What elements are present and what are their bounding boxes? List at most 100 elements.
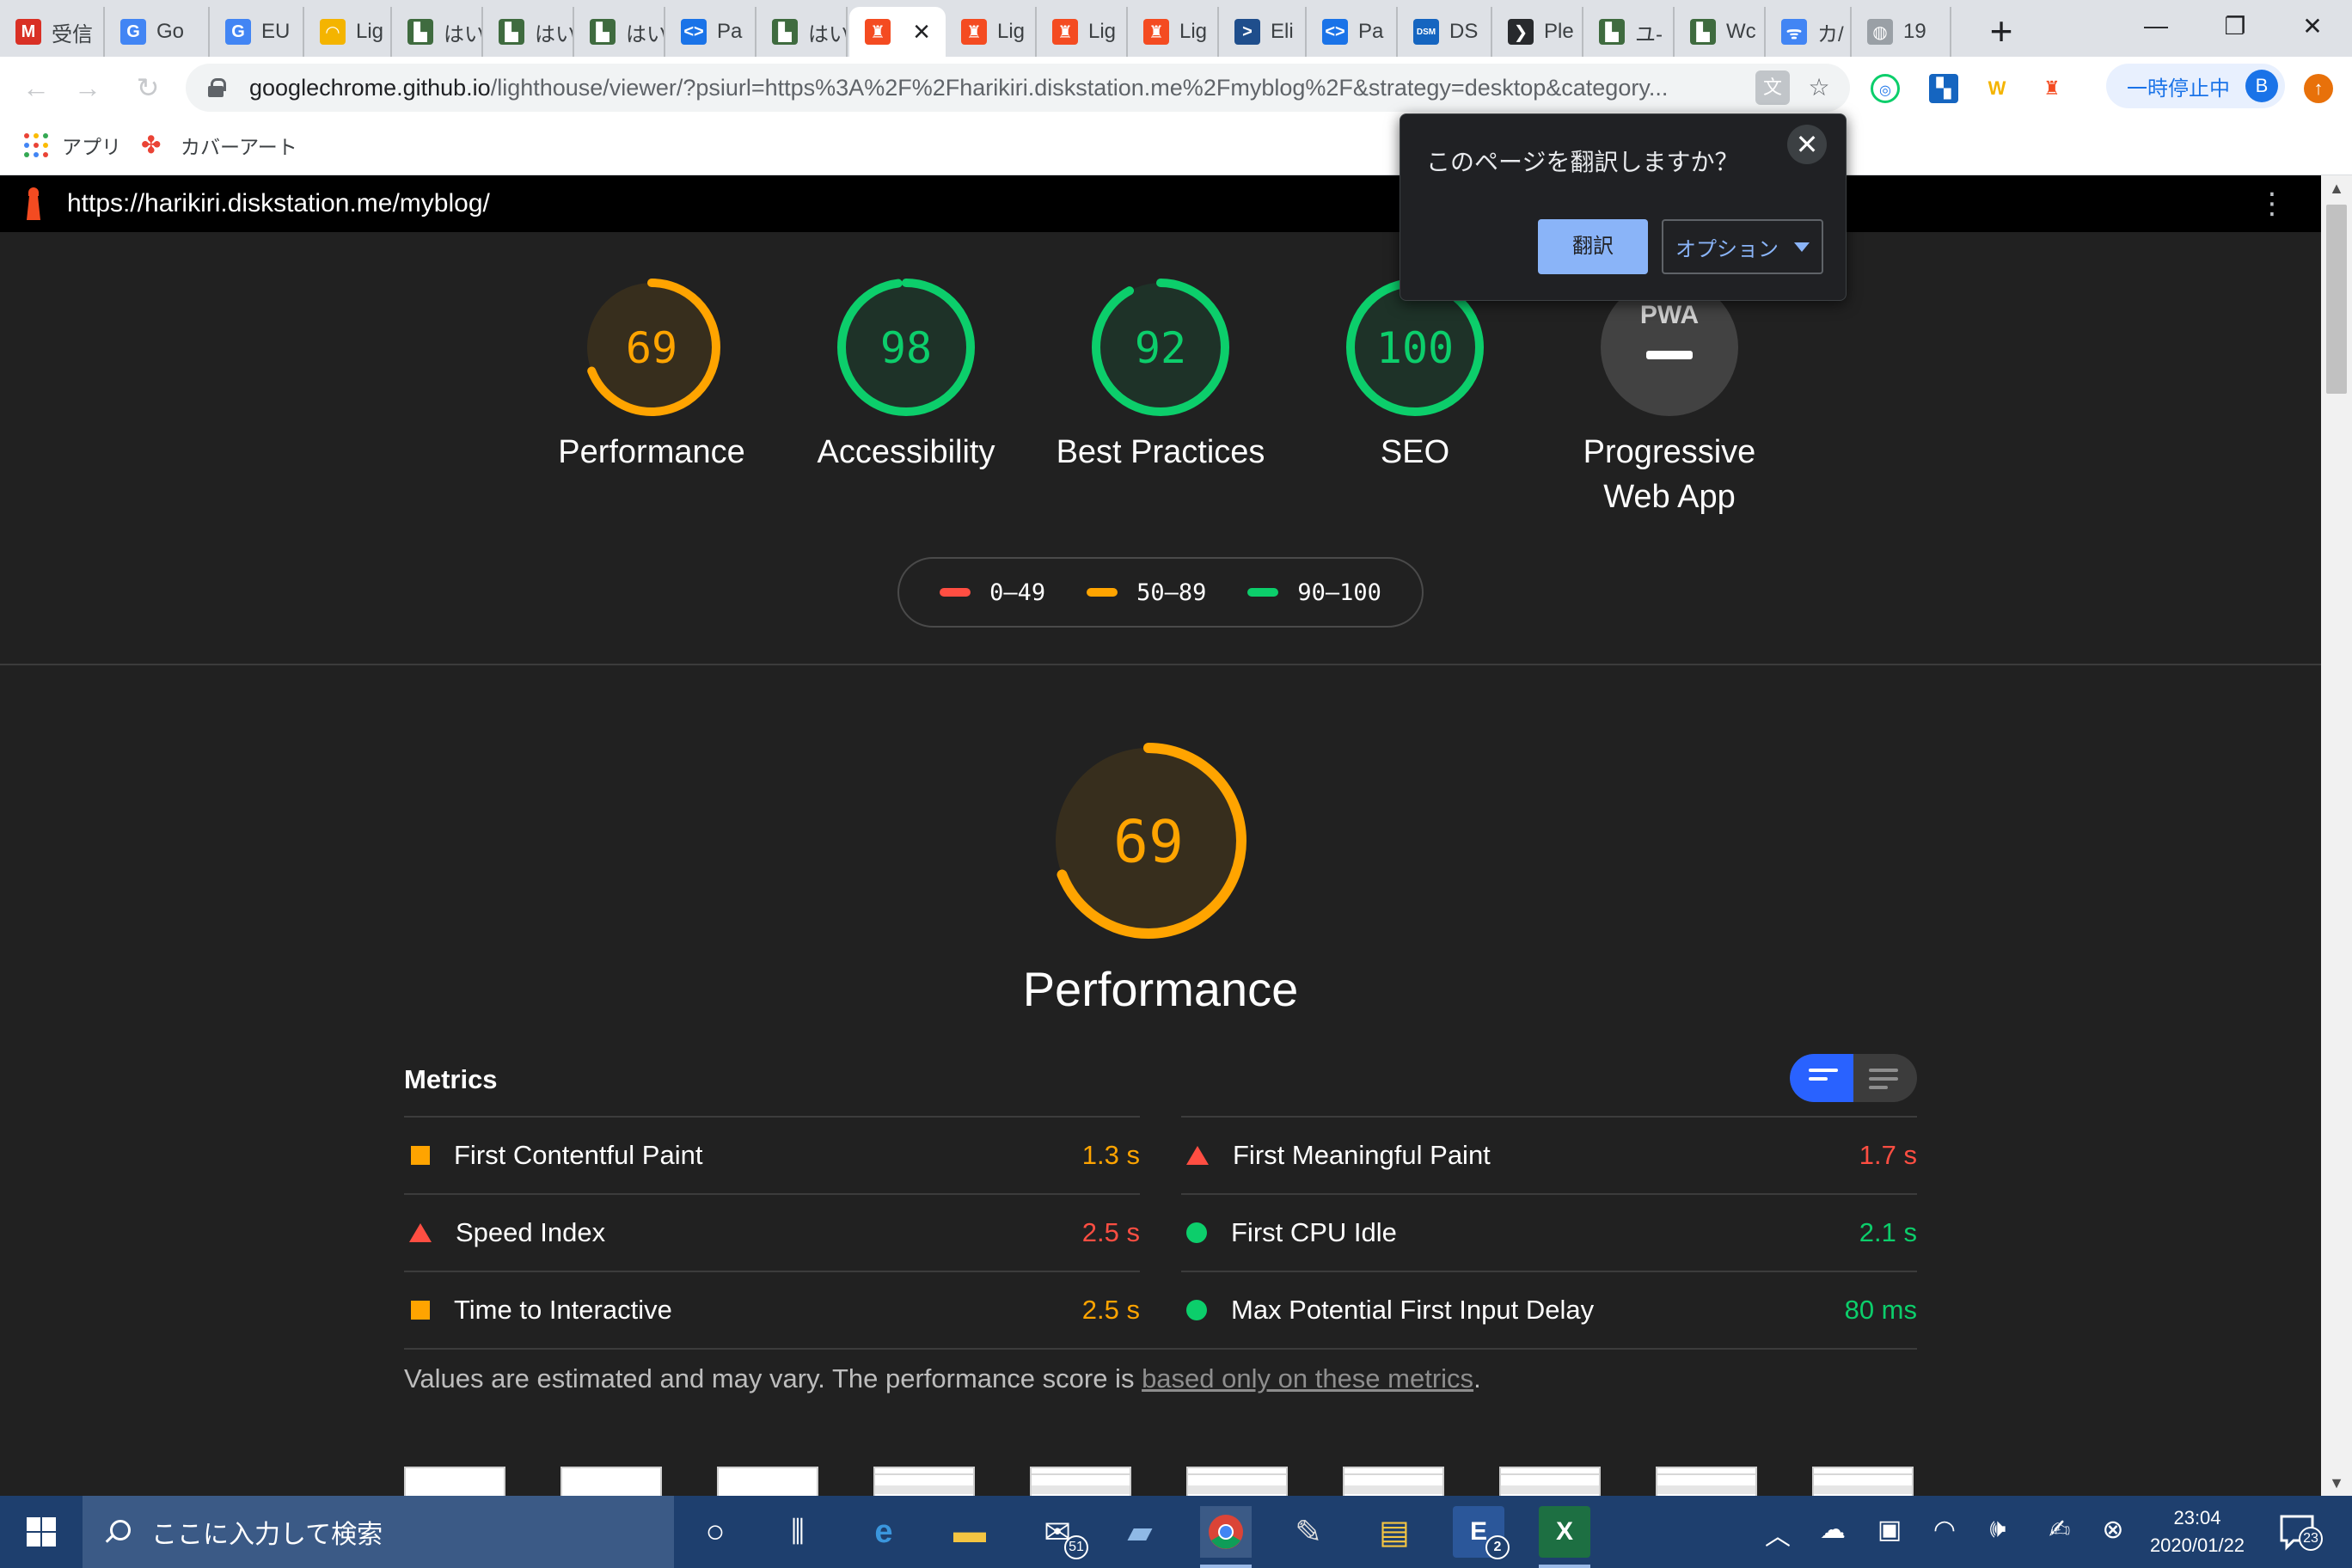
tab[interactable]: ♜ Lig [1128,7,1219,57]
options-button[interactable]: オプション [1662,219,1823,274]
category-gauge[interactable]: 100 SEO [1286,277,1544,475]
category-label: SEO [1380,434,1450,470]
metric-label: First Contentful Paint [454,1140,703,1170]
search-icon [105,1520,131,1544]
reload-icon[interactable]: ↻ [129,69,167,107]
metrics-link[interactable]: based only on these metrics [1142,1363,1473,1393]
page-scrollbar[interactable]: ▲ ▼ [2321,175,2352,1496]
restore-button[interactable]: ❐ [2196,0,2275,52]
tray-app-icon[interactable]: ▣ [1871,1515,1908,1545]
update-icon[interactable]: ↑ [2304,74,2333,103]
metrics-view-toggle[interactable] [1790,1054,1917,1102]
bookmark-apps[interactable]: アプリ [24,131,121,160]
close-window-button[interactable]: ✕ [2273,0,2352,52]
tab[interactable]: ♜ Lig [1037,7,1128,57]
scroll-up-icon[interactable]: ▲ [2321,175,2352,201]
metric-row: First Meaningful Paint 1.7 s [1181,1116,1917,1193]
paint-icon[interactable]: ✎ [1283,1506,1334,1558]
tab[interactable]: ♜ Lig [946,7,1037,57]
tab-title: Pa [717,20,743,43]
compact-view-button[interactable] [1790,1054,1853,1102]
start-button[interactable] [0,1496,83,1568]
tray-overflow-icon[interactable]: ︿ [1759,1515,1797,1553]
lock-icon[interactable] [208,78,226,97]
new-tab-button[interactable]: + [1979,9,2024,53]
metric-value: 1.7 s [1859,1140,1917,1170]
tab[interactable]: ◍ 19 [1852,7,1951,57]
pen-icon[interactable]: ✍ [2041,1515,2079,1545]
forward-icon[interactable]: → [69,69,107,107]
sync-error-icon[interactable]: ⊗ [2094,1515,2132,1545]
edge-icon[interactable]: e [858,1506,910,1558]
chrome-icon[interactable] [1200,1506,1252,1568]
browser-toolbar: ← → ↻ googlechrome.github.io/lighthouse/… [0,57,2352,119]
notebook-icon[interactable]: ▰ [1114,1506,1166,1558]
legend-swatch [1087,588,1118,597]
close-icon[interactable]: ✕ [1787,125,1827,164]
tab[interactable]: ▙ ユ- [1583,7,1675,57]
tab[interactable]: ▙ はい [756,7,848,57]
tab[interactable]: ▙ Wc [1675,7,1766,57]
extension-icon[interactable]: W [1982,74,2012,103]
category-label: Best Practices [1056,434,1265,470]
mail-icon[interactable]: ✉ 51 [1032,1506,1088,1559]
tab[interactable]: <> Pa [665,7,756,57]
onedrive-icon[interactable]: ☁ [1814,1515,1852,1545]
file-explorer-icon[interactable]: ▬ [944,1506,995,1558]
extension-icon[interactable]: ◎ [1871,74,1900,103]
filmstrip-frame [873,1467,975,1496]
tab[interactable]: ᯤ カ/ [1766,7,1852,57]
bookmark-star-icon[interactable]: ☆ [1802,70,1836,105]
task-view-icon[interactable]: ⫼ [772,1506,824,1558]
pwa-dash-icon [1646,351,1693,359]
category-gauge[interactable]: 98 Accessibility [777,277,1035,475]
tab[interactable]: ♜ × [849,7,946,57]
category-gauge[interactable]: 69 Performance [523,277,781,475]
tab[interactable]: ▙ はい [574,7,665,57]
address-bar[interactable]: googlechrome.github.io/lighthouse/viewer… [186,64,1850,112]
metric-row: Max Potential First Input Delay 80 ms [1181,1271,1917,1348]
minimize-button[interactable]: — [2116,0,2196,52]
scroll-down-icon[interactable]: ▼ [2321,1470,2352,1496]
cortana-icon[interactable]: ○ [689,1506,741,1558]
notification-center-button[interactable]: 23 [2278,1511,2323,1553]
metrics-note: Values are estimated and may vary. The p… [404,1363,1481,1394]
tab[interactable]: ❯ Ple [1492,7,1583,57]
profile-paused-button[interactable]: 一時停止中 B [2106,64,2285,108]
tab-title: Go [156,20,185,43]
volume-icon[interactable]: 🕪 [1979,1515,2017,1544]
tab[interactable]: <> Pa [1307,7,1398,57]
translate-button[interactable]: 翻訳 [1538,219,1648,274]
url-path: /lighthouse/viewer/?psiurl=https%3A%2F%2… [490,74,1669,101]
tab[interactable]: ▙ はい [483,7,574,57]
tab[interactable]: ▙ はい [392,7,483,57]
scroll-thumb[interactable] [2326,205,2347,394]
tab[interactable]: G Go [105,7,210,57]
wifi-icon[interactable]: ◠ [1926,1515,1963,1545]
word-icon[interactable]: E2 [1453,1506,1510,1559]
extension-icon[interactable]: ▚ [1929,74,1958,103]
photo-icon: ▙ [590,19,616,45]
tab[interactable]: G EU [210,7,304,57]
translate-icon[interactable]: 文 [1755,70,1790,105]
category-gauge[interactable]: PWA Progressive Web App [1540,277,1798,519]
photo-icon: ▙ [499,19,524,45]
filmstrip-frame [1656,1467,1757,1496]
tab[interactable]: M 受信 [0,7,105,57]
bookmark-cover-art[interactable]: ✤ カバーアート [141,131,297,160]
more-menu-icon[interactable]: ⋮ [2257,189,2287,218]
performance-title: Performance [1022,962,1299,1016]
note-end: . [1473,1363,1481,1393]
tab[interactable]: DSM DS [1398,7,1492,57]
excel-icon[interactable]: X [1539,1506,1590,1568]
notepad-icon[interactable]: ▤ [1369,1506,1420,1558]
category-gauge[interactable]: 92 Best Practices [1032,277,1289,475]
taskbar-search[interactable]: ここに入力して検索 [83,1496,674,1568]
tab[interactable]: > Eli [1219,7,1307,57]
tab[interactable]: ◠ Lig [304,7,392,57]
taskbar-clock[interactable]: 23:04 2020/01/22 [2137,1504,2257,1559]
close-tab-icon[interactable]: × [913,15,930,49]
lighthouse-extension-icon[interactable]: ♜ [2037,74,2067,103]
powershell-icon: > [1234,19,1260,45]
back-icon[interactable]: ← [17,69,55,107]
